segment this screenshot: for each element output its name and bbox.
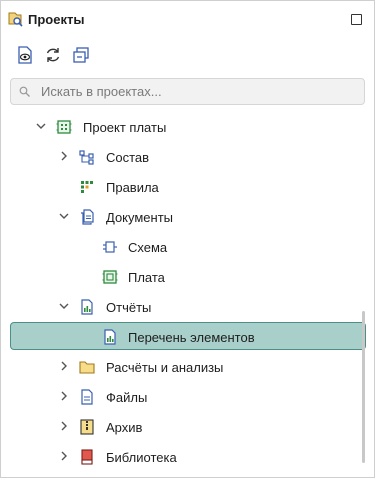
search-box	[10, 78, 365, 105]
file-icon	[81, 389, 93, 405]
documents-icon	[81, 209, 94, 225]
panel-title: Проекты	[28, 12, 85, 27]
refresh-icon[interactable]	[44, 46, 62, 64]
reports-icon	[81, 299, 93, 315]
show-document-icon[interactable]	[16, 46, 34, 64]
tree-item-label: Правила	[106, 180, 159, 195]
projects-panel: Проекты Искать в проектах... Проект плат…	[0, 0, 375, 478]
chevron-right-icon[interactable]	[58, 390, 70, 402]
tree-item-label: Перечень элементов	[128, 330, 255, 345]
tree-item-documents[interactable]: Документы	[1, 202, 374, 232]
tree-item-archive[interactable]: Архив	[1, 412, 374, 442]
search-icon	[19, 86, 30, 97]
board-project-icon	[56, 120, 72, 134]
tree-item-files[interactable]: Файлы	[1, 382, 374, 412]
chevron-down-icon[interactable]	[58, 210, 70, 222]
tree-item-library[interactable]: Библиотека	[1, 442, 374, 472]
chevron-down-icon[interactable]	[58, 300, 70, 312]
vertical-scrollbar[interactable]	[362, 311, 365, 463]
panel-header: Проекты	[1, 1, 374, 37]
tree-item-rules[interactable]: Правила	[1, 172, 374, 202]
chevron-right-icon[interactable]	[58, 360, 70, 372]
rules-icon	[81, 181, 93, 193]
tree-item-reports[interactable]: Отчёты	[1, 292, 374, 322]
tree-item-bom-selected[interactable]: Перечень элементов	[1, 322, 374, 352]
tree-item-schematic[interactable]: Схема	[1, 232, 374, 262]
tree-item-label: Схема	[128, 240, 168, 255]
tree-item-label: Расчёты и анализы	[106, 360, 224, 375]
tree-item-structure[interactable]: Состав	[1, 142, 374, 172]
tree-item-label: Файлы	[106, 390, 148, 405]
tree-item-label: Плата	[128, 270, 165, 285]
chevron-down-icon[interactable]	[35, 120, 47, 132]
chevron-right-icon[interactable]	[58, 150, 70, 162]
search-input[interactable]	[41, 82, 351, 101]
pcb-icon	[102, 270, 118, 284]
tree-item-label: Документы	[106, 210, 174, 225]
tree-item-label: Проект платы	[83, 120, 167, 135]
structure-icon	[79, 150, 94, 165]
archive-icon	[80, 419, 94, 435]
chevron-right-icon[interactable]	[58, 450, 70, 462]
tree-item-label: Отчёты	[106, 300, 152, 315]
chevron-right-icon[interactable]	[58, 420, 70, 432]
maximize-icon[interactable]	[351, 14, 362, 25]
schematic-icon	[103, 241, 117, 253]
tree-item-board-project[interactable]: Проект платы	[1, 112, 374, 142]
tree-item-label: Библиотека	[106, 450, 177, 465]
library-icon	[81, 449, 93, 465]
tree-item-label: Состав	[106, 150, 150, 165]
tree-item-pcb[interactable]: Плата	[1, 262, 374, 292]
report-file-icon	[104, 329, 116, 345]
collapse-all-icon[interactable]	[72, 46, 90, 64]
projects-search-icon	[8, 12, 23, 27]
tree-item-label: Архив	[106, 420, 143, 435]
folder-icon	[79, 361, 95, 374]
tree-item-calculations[interactable]: Расчёты и анализы	[1, 352, 374, 382]
panel-toolbar	[1, 43, 374, 69]
